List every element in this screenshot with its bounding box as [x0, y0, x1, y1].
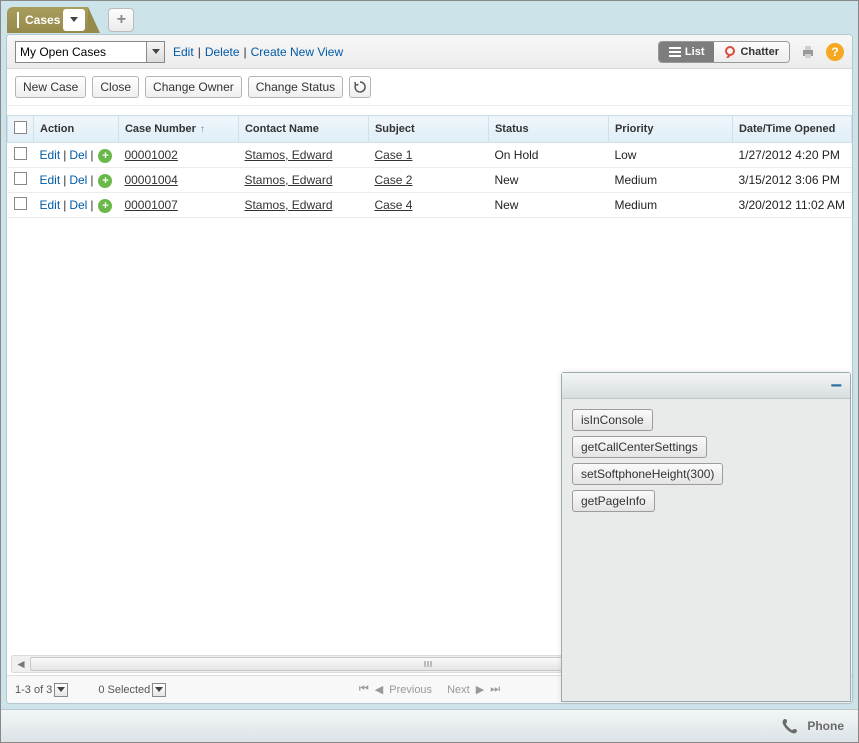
new-case-button[interactable]: New Case: [15, 76, 86, 98]
refresh-button[interactable]: [349, 76, 371, 98]
pager-next-icon[interactable]: ▶: [476, 683, 484, 696]
minimize-icon[interactable]: −: [830, 381, 842, 391]
row-actions: Edit|Del|+: [34, 143, 119, 168]
close-button[interactable]: Close: [92, 76, 139, 98]
softphone-titlebar[interactable]: −: [562, 373, 850, 399]
change-owner-button[interactable]: Change Owner: [145, 76, 242, 98]
col-case-number[interactable]: Case Number ↑: [118, 116, 238, 143]
priority-cell: Low: [608, 143, 732, 168]
scroll-left-icon[interactable]: ◄: [13, 656, 29, 672]
toggle-list-label: List: [685, 46, 705, 58]
subject-link[interactable]: Case 4: [374, 198, 412, 212]
pager-range-dropdown[interactable]: [54, 683, 68, 697]
pager-range: 1-3 of 3: [15, 684, 52, 696]
bottom-bar: Phone: [1, 709, 858, 742]
softphone-button[interactable]: isInConsole: [572, 409, 653, 431]
list-icon: [669, 47, 681, 57]
follow-icon[interactable]: +: [98, 174, 112, 188]
add-tab-button[interactable]: +: [108, 8, 134, 32]
col-case-number-label: Case Number: [125, 123, 196, 135]
sort-asc-icon: ↑: [200, 124, 205, 135]
subject-link[interactable]: Case 2: [374, 173, 412, 187]
print-icon[interactable]: [798, 42, 818, 62]
row-actions: Edit|Del|+: [34, 193, 119, 218]
action-toolbar: New Case Close Change Owner Change Statu…: [7, 69, 852, 106]
delete-view-link[interactable]: Delete: [205, 45, 240, 59]
subject-link[interactable]: Case 1: [374, 148, 412, 162]
col-status[interactable]: Status: [488, 116, 608, 143]
pager-first-icon[interactable]: ⏮: [359, 683, 369, 696]
cases-icon: [17, 13, 19, 27]
contact-name-link[interactable]: Stamos, Edward: [244, 148, 332, 162]
priority-cell: Medium: [608, 193, 732, 218]
row-checkbox[interactable]: [14, 197, 27, 210]
pager-last-icon[interactable]: ⏭: [490, 683, 500, 696]
row-edit-link[interactable]: Edit: [40, 148, 61, 162]
chatter-icon: [724, 46, 736, 58]
view-selector-value: My Open Cases: [20, 45, 106, 59]
status-cell: New: [488, 168, 608, 193]
softphone-body: isInConsole getCallCenterSettings setSoftp…: [562, 399, 850, 701]
change-status-button[interactable]: Change Status: [248, 76, 343, 98]
follow-icon[interactable]: +: [98, 149, 112, 163]
toggle-chatter[interactable]: Chatter: [714, 42, 789, 62]
case-number-link[interactable]: 00001002: [124, 148, 177, 162]
row-actions: Edit|Del|+: [34, 168, 119, 193]
tab-bar: Cases +: [1, 1, 858, 34]
edit-view-link[interactable]: Edit: [173, 45, 194, 59]
cases-table: Action Case Number ↑ Contact Name Subject…: [7, 115, 852, 218]
row-del-link[interactable]: Del: [69, 148, 87, 162]
row-checkbox[interactable]: [14, 172, 27, 185]
row-del-link[interactable]: Del: [69, 198, 87, 212]
case-number-link[interactable]: 00001007: [124, 198, 177, 212]
tab-menu-caret[interactable]: [63, 9, 85, 31]
view-selector[interactable]: My Open Cases: [15, 41, 165, 63]
table-row: Edit|Del|+ 00001004 Stamos, Edward Case 2 Ne…: [8, 168, 852, 193]
priority-cell: Medium: [608, 168, 732, 193]
pager-next-label[interactable]: Next: [447, 684, 470, 696]
pager-selected: 0 Selected: [98, 684, 150, 696]
phone-label[interactable]: Phone: [807, 719, 844, 733]
pager-prev-icon[interactable]: ◀: [375, 683, 383, 696]
create-view-link[interactable]: Create New View: [251, 45, 343, 59]
col-contact-name[interactable]: Contact Name: [238, 116, 368, 143]
datetime-cell: 3/15/2012 3:06 PM: [732, 168, 851, 193]
softphone-panel: − isInConsole getCallCenterSettings setSof…: [561, 372, 851, 702]
view-links: Edit|Delete|Create New View: [173, 45, 343, 59]
softphone-button[interactable]: getCallCenterSettings: [572, 436, 707, 458]
pager-selected-dropdown[interactable]: [152, 683, 166, 697]
help-icon[interactable]: ?: [826, 43, 844, 61]
tab-label: Cases: [25, 13, 60, 27]
datetime-cell: 3/20/2012 11:02 AM: [732, 193, 851, 218]
col-action[interactable]: Action: [34, 116, 119, 143]
softphone-button[interactable]: setSoftphoneHeight(300): [572, 463, 723, 485]
list-chatter-toggle: List Chatter: [658, 41, 790, 63]
chevron-down-icon: [146, 42, 164, 62]
contact-name-link[interactable]: Stamos, Edward: [244, 198, 332, 212]
row-edit-link[interactable]: Edit: [40, 198, 61, 212]
case-number-link[interactable]: 00001004: [124, 173, 177, 187]
status-cell: New: [488, 193, 608, 218]
toggle-chatter-label: Chatter: [740, 46, 779, 58]
table-row: Edit|Del|+ 00001007 Stamos, Edward Case 4 Ne…: [8, 193, 852, 218]
col-checkbox[interactable]: [8, 116, 34, 143]
row-checkbox[interactable]: [14, 147, 27, 160]
col-priority[interactable]: Priority: [608, 116, 732, 143]
softphone-button[interactable]: getPageInfo: [572, 490, 655, 512]
contact-name-link[interactable]: Stamos, Edward: [244, 173, 332, 187]
view-toolbar: My Open Cases Edit|Delete|Create New Vie…: [7, 35, 852, 69]
pager-prev-label[interactable]: Previous: [389, 684, 432, 696]
phone-icon[interactable]: [781, 717, 799, 735]
col-datetime[interactable]: Date/Time Opened: [732, 116, 851, 143]
col-subject[interactable]: Subject: [368, 116, 488, 143]
datetime-cell: 1/27/2012 4:20 PM: [732, 143, 851, 168]
row-del-link[interactable]: Del: [69, 173, 87, 187]
follow-icon[interactable]: +: [98, 199, 112, 213]
tab-cases[interactable]: Cases: [7, 7, 88, 33]
row-edit-link[interactable]: Edit: [40, 173, 61, 187]
table-row: Edit|Del|+ 00001002 Stamos, Edward Case 1 On…: [8, 143, 852, 168]
status-cell: On Hold: [488, 143, 608, 168]
toggle-list[interactable]: List: [659, 42, 715, 62]
